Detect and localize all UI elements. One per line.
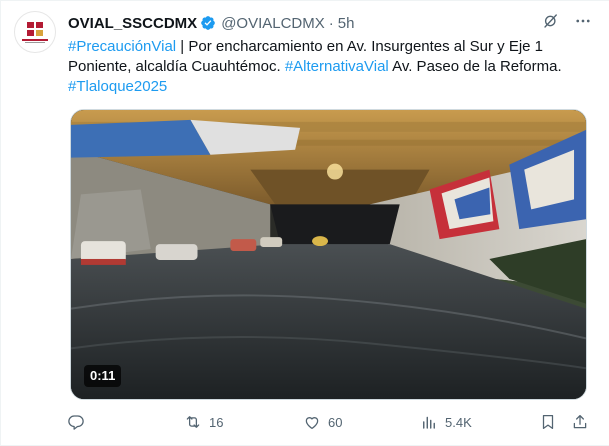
tweet-card[interactable]: OVIAL_SSCCDMX @OVIALCDMX · 5h #Precaució… — [0, 0, 609, 446]
video-thumbnail — [71, 110, 586, 399]
repost-icon — [186, 416, 200, 428]
top-right-actions — [542, 12, 592, 30]
repost-button[interactable]: 16 — [184, 413, 223, 431]
author-handle[interactable]: @OVIALCDMX — [221, 15, 325, 32]
hashtag-link[interactable]: #PrecauciónVial — [68, 38, 176, 55]
like-count: 60 — [328, 414, 343, 430]
hashtag-link[interactable]: #Tlaloque2025 — [68, 78, 167, 95]
share-button[interactable] — [571, 413, 589, 431]
video-player[interactable]: 0:11 — [70, 109, 587, 400]
author-name[interactable]: OVIAL_SSCCDMX — [68, 15, 197, 32]
hashtag-link[interactable]: #AlternativaVial — [285, 58, 389, 75]
views-icon — [423, 416, 435, 429]
views-button[interactable]: 5.4K — [420, 413, 472, 431]
grok-icon[interactable] — [542, 12, 560, 30]
bookmark-icon — [542, 414, 554, 430]
repost-count: 16 — [209, 414, 224, 430]
reply-icon — [68, 415, 84, 430]
separator-dot: · — [328, 14, 334, 32]
verified-badge-icon — [201, 16, 216, 30]
tweet-header: OVIAL_SSCCDMX @OVIALCDMX · 5h — [68, 13, 354, 33]
action-bar: 16 60 5.4K — [67, 413, 591, 435]
avatar[interactable] — [14, 11, 56, 53]
timestamp[interactable]: 5h — [338, 15, 355, 32]
views-count: 5.4K — [445, 414, 472, 430]
ssc-logo-icon — [27, 21, 43, 36]
bookmark-button[interactable] — [539, 413, 557, 431]
tweet-text: #PrecauciónVial | Por encharcamiento en … — [68, 37, 588, 97]
like-button[interactable]: 60 — [303, 413, 342, 431]
share-icon — [573, 414, 587, 429]
more-icon[interactable] — [574, 12, 592, 30]
like-icon — [305, 417, 319, 430]
reply-button[interactable] — [67, 413, 92, 431]
video-duration-badge: 0:11 — [84, 365, 122, 387]
tweet-text-segment: Av. Paseo de la Reforma. — [388, 58, 562, 75]
